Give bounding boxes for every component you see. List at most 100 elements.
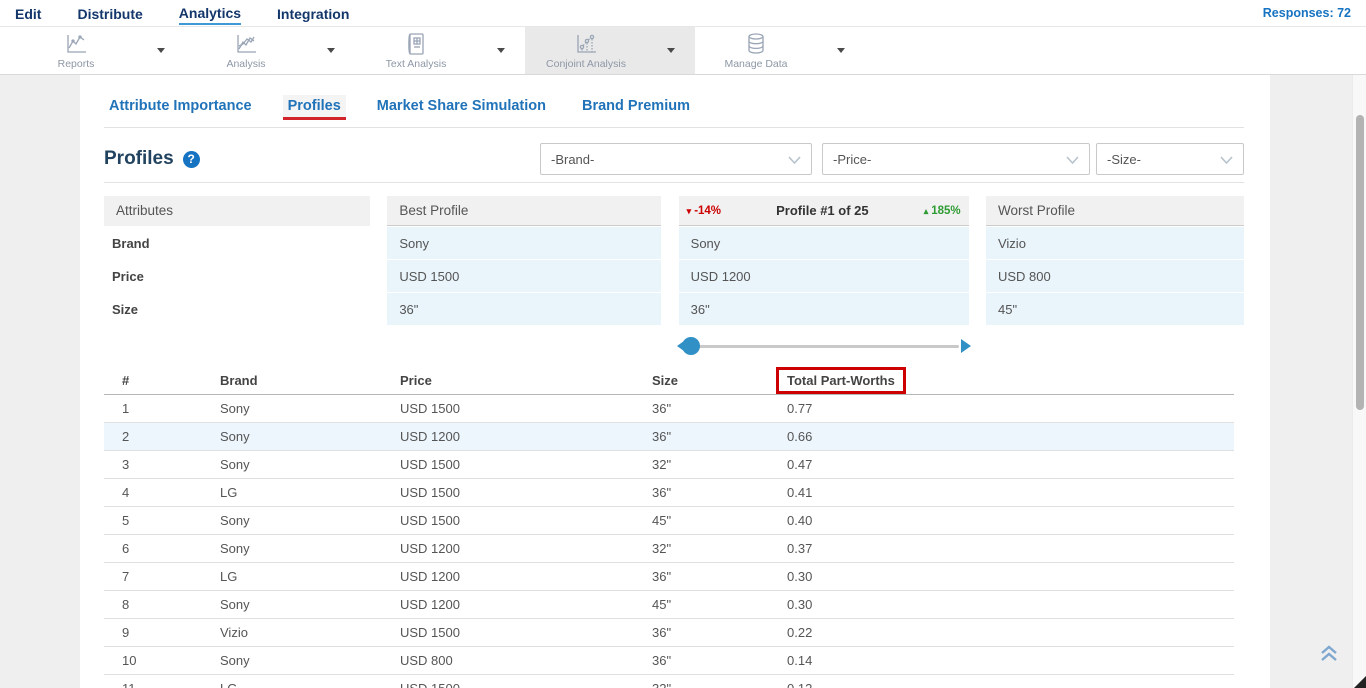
worst-profile-price: USD 800 [986,260,1244,292]
table-header-row: # Brand Price Size Total Part-Worths [104,367,1234,395]
table-cell: USD 1200 [400,541,652,556]
toolbar-button-label: Reports [58,58,95,70]
brand-filter-dropdown[interactable]: -Brand- [540,143,812,175]
table-cell: 0.14 [787,653,1234,668]
text-analysis-dropdown-caret[interactable] [477,48,525,53]
divider [104,127,1244,128]
text-analysis-button[interactable]: Text Analysis [355,27,477,74]
reports-button[interactable]: Reports [15,27,137,74]
table-cell: 11 [122,681,220,688]
conjoint-analysis-button[interactable]: Conjoint Analysis [525,27,647,74]
reports-dropdown-caret[interactable] [137,48,185,53]
column-header-size: Size [652,373,787,388]
conjoint-subtabs: Attribute Importance Profiles Market Sha… [104,95,1244,120]
nav-tab-distribute[interactable]: Distribute [77,3,142,24]
toolbar-button-label: Conjoint Analysis [546,58,626,70]
table-cell: USD 1500 [400,485,652,500]
nav-tab-analytics[interactable]: Analytics [179,2,241,25]
table-cell: 36" [652,401,787,416]
table-cell: 32" [652,681,787,688]
worst-profile-size: 45" [986,293,1244,325]
manage-data-button[interactable]: Manage Data [695,27,817,74]
table-row[interactable]: 7LGUSD 120036"0.30 [104,563,1234,591]
tab-attribute-importance[interactable]: Attribute Importance [104,95,257,119]
table-row[interactable]: 11LGUSD 150032"0.12 [104,675,1234,688]
table-cell: 36" [652,653,787,668]
part-worths-table: # Brand Price Size Total Part-Worths 1So… [104,367,1234,688]
table-row[interactable]: 10SonyUSD 80036"0.14 [104,647,1234,675]
increase-indicator: ▴185% [924,196,961,226]
table-cell: 8 [122,597,220,612]
multi-line-chart-icon [233,32,259,56]
table-cell: 0.40 [787,513,1234,528]
table-cell: USD 1500 [400,681,652,688]
table-cell: USD 1200 [400,429,652,444]
column-header-price: Price [400,373,652,388]
table-cell: 36" [652,485,787,500]
table-cell: Sony [220,541,400,556]
toolbar-group-reports: Reports [15,27,185,74]
conjoint-analysis-dropdown-caret[interactable] [647,48,695,53]
tab-profiles[interactable]: Profiles [283,95,346,120]
tab-market-share-simulation[interactable]: Market Share Simulation [372,95,551,119]
slider-handle[interactable] [682,337,700,355]
divider [104,182,1244,183]
chevron-down-icon [1066,152,1079,167]
analytics-toolbar: Reports Analysis Text Analysis [0,27,1366,75]
table-cell: USD 1200 [400,597,652,612]
table-row[interactable]: 9VizioUSD 150036"0.22 [104,619,1234,647]
table-row[interactable]: 1SonyUSD 150036"0.77 [104,395,1234,423]
worst-profile-header: Worst Profile [986,196,1244,226]
scrollbar-track[interactable] [1352,75,1366,688]
table-cell: 0.30 [787,597,1234,612]
price-filter-dropdown[interactable]: -Price- [822,143,1090,175]
responses-count[interactable]: Responses: 72 [1263,6,1351,20]
nav-tab-edit[interactable]: Edit [15,3,41,24]
attribute-label: Size [104,293,370,325]
scatter-chart-icon [573,32,599,56]
table-cell: 0.12 [787,681,1234,688]
top-navigation: Edit Distribute Analytics Integration Re… [0,0,1366,27]
caret-down-icon [667,48,675,53]
worst-profile-column: Worst Profile Vizio USD 800 45" [986,196,1244,325]
table-cell: Sony [220,457,400,472]
table-cell: 5 [122,513,220,528]
slider-track[interactable] [689,345,959,348]
table-cell: 0.77 [787,401,1234,416]
table-cell: USD 1500 [400,513,652,528]
table-row[interactable]: 2SonyUSD 120036"0.66 [104,423,1234,451]
table-cell: 6 [122,541,220,556]
table-row[interactable]: 5SonyUSD 150045"0.40 [104,507,1234,535]
table-cell: 32" [652,541,787,556]
profile-comparison: Attributes Brand Price Size Best Profile… [104,196,1244,325]
column-header-number: # [122,373,220,388]
dropdown-value: -Size- [1107,152,1220,167]
manage-data-dropdown-caret[interactable] [817,48,865,53]
chevron-down-icon [788,152,801,167]
scroll-to-top-button[interactable] [1318,643,1340,668]
document-grid-icon [403,32,429,56]
decrease-indicator: ▾-14% [687,196,721,226]
nav-tab-integration[interactable]: Integration [277,3,349,24]
current-profile-price: USD 1200 [679,260,969,292]
analysis-button[interactable]: Analysis [185,27,307,74]
table-cell: 9 [122,625,220,640]
table-row[interactable]: 6SonyUSD 120032"0.37 [104,535,1234,563]
table-row[interactable]: 3SonyUSD 150032"0.47 [104,451,1234,479]
table-cell: 45" [652,513,787,528]
profile-slider[interactable] [679,335,969,357]
scrollbar-thumb[interactable] [1356,115,1364,410]
table-cell: 36" [652,625,787,640]
attribute-label: Brand [104,227,370,259]
help-icon[interactable]: ? [183,151,200,168]
column-header-total-part-worths: Total Part-Worths [787,373,1234,388]
triangle-up-icon: ▴ [924,196,929,226]
table-row[interactable]: 8SonyUSD 120045"0.30 [104,591,1234,619]
best-profile-header: Best Profile [387,196,661,226]
analysis-dropdown-caret[interactable] [307,48,355,53]
current-profile-column: ▾-14% Profile #1 of 25 ▴185% Sony USD 12… [679,196,969,325]
table-cell: USD 1500 [400,457,652,472]
size-filter-dropdown[interactable]: -Size- [1096,143,1244,175]
table-row[interactable]: 4LGUSD 150036"0.41 [104,479,1234,507]
tab-brand-premium[interactable]: Brand Premium [577,95,695,119]
